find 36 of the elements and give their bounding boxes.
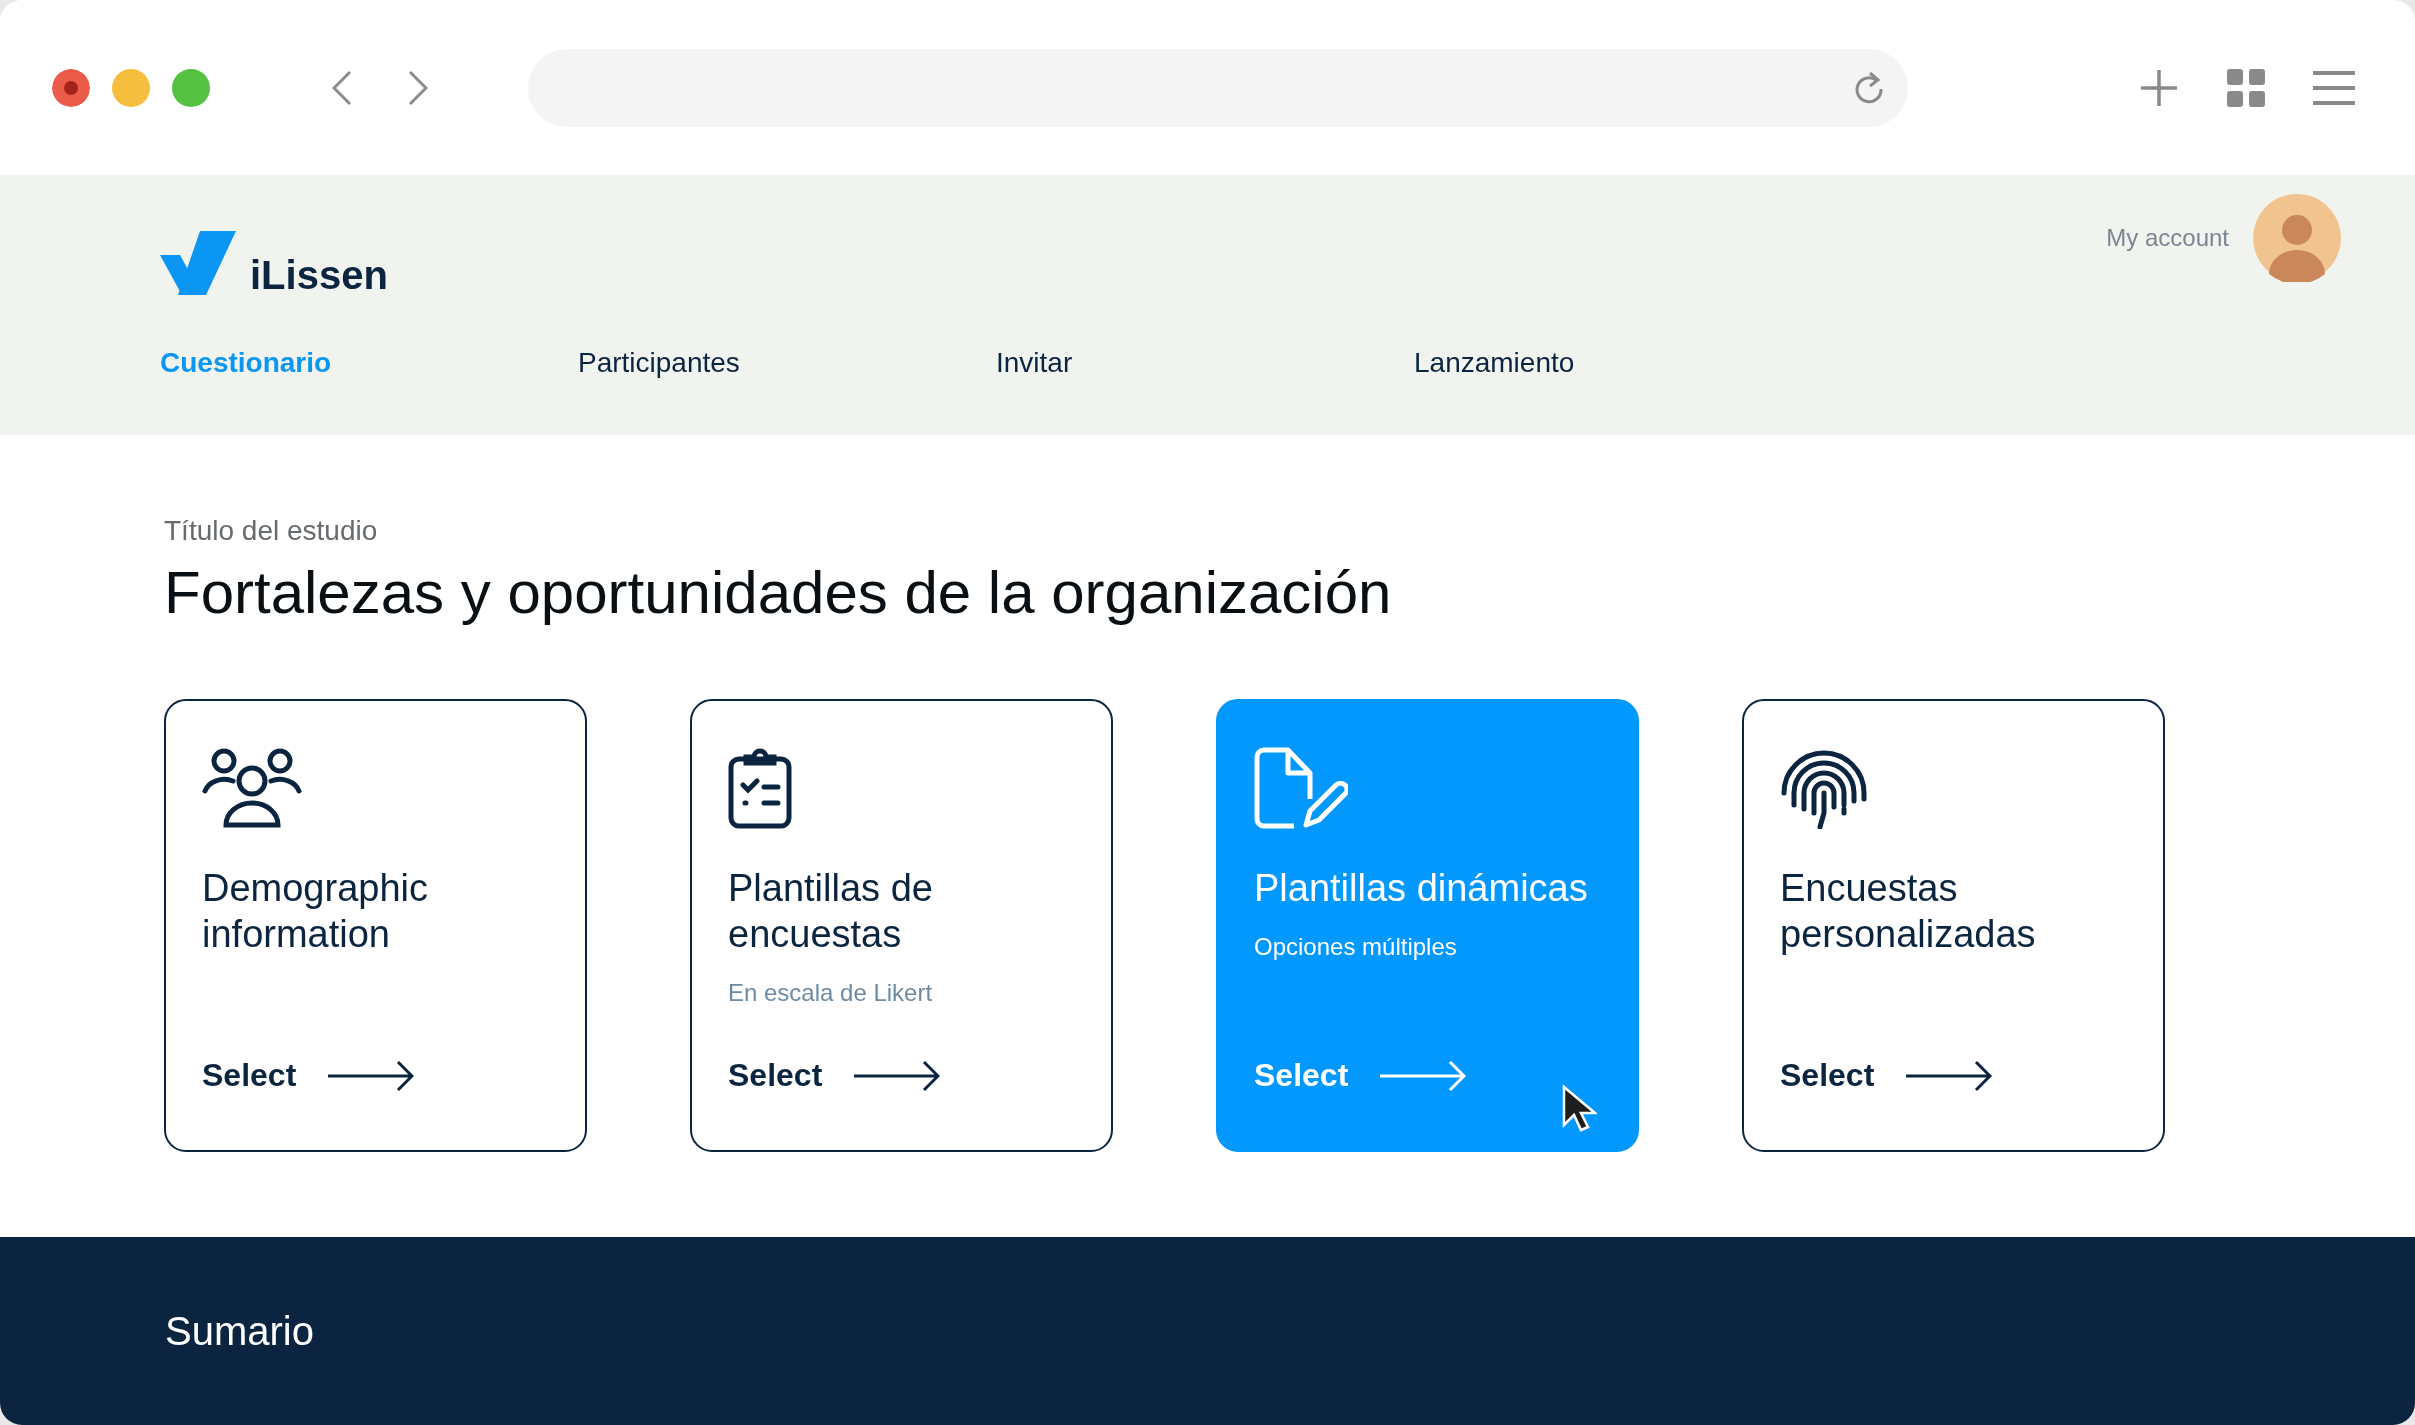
forward-icon[interactable] <box>408 69 428 106</box>
select-button[interactable]: Select <box>728 1057 941 1094</box>
document-edit-icon <box>1254 747 1348 829</box>
logo-icon <box>160 230 236 295</box>
arrow-right-icon <box>1380 1059 1467 1092</box>
card-title: Plantillas de encuestas <box>728 866 934 957</box>
close-window-icon[interactable] <box>52 68 90 107</box>
option-card[interactable]: Encuestas personalizadas Select <box>1742 699 2165 1152</box>
arrow-right-icon <box>328 1059 415 1092</box>
card-subtitle: Opciones múltiples <box>1254 933 1458 961</box>
study-label: Título del estudio <box>164 515 379 547</box>
arrow-right-icon <box>1906 1059 1993 1092</box>
nav-tab[interactable]: Participantes <box>578 347 740 379</box>
clipboard-icon <box>728 747 792 829</box>
select-button[interactable]: Select <box>202 1057 415 1094</box>
back-icon[interactable] <box>332 69 352 106</box>
logo-text: iLissen <box>250 254 388 295</box>
new-tab-icon[interactable] <box>2139 67 2179 108</box>
card-title: Plantillas dinámicas <box>1254 866 1589 911</box>
arrow-right-icon <box>854 1059 941 1092</box>
option-card[interactable]: Demographic information Select <box>164 699 587 1152</box>
people-icon <box>202 747 302 829</box>
grid-icon[interactable] <box>2227 68 2265 107</box>
maximize-window-icon[interactable] <box>172 68 210 107</box>
avatar[interactable] <box>2253 193 2341 282</box>
nav-tab[interactable]: Invitar <box>996 347 1073 379</box>
option-card[interactable]: Plantillas de encuestas En escala de Likert Select <box>690 699 1113 1152</box>
study-title: Fortalezas y oportunidades de la organización <box>164 558 1393 628</box>
select-button[interactable]: Select <box>1780 1057 1993 1094</box>
card-title: Encuestas personalizadas <box>1780 866 2037 957</box>
cursor-icon <box>1561 1084 1597 1132</box>
card-subtitle: En escala de Likert <box>728 979 934 1007</box>
nav-tab[interactable]: Lanzamiento <box>1414 347 1575 379</box>
menu-icon[interactable] <box>2313 69 2355 106</box>
footer-title: Sumario <box>165 1308 314 1354</box>
card-title: Demographic information <box>202 866 429 957</box>
